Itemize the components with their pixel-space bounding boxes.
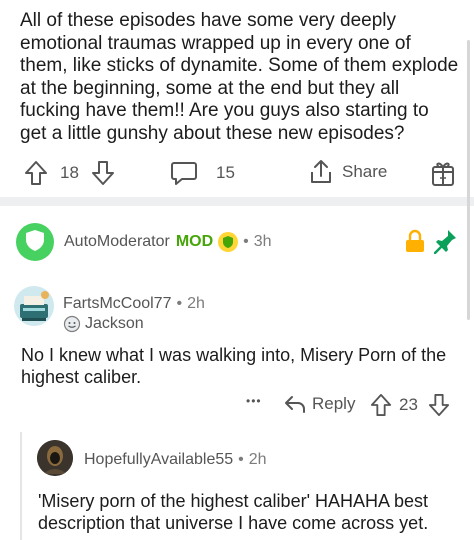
- lock-icon: [404, 229, 426, 258]
- comment1-header: FartsMcCool77 • 2h: [63, 295, 205, 313]
- upvote-arrow-icon: [370, 393, 392, 417]
- automod-avatar[interactable]: [16, 223, 54, 261]
- separator-dot: •: [176, 295, 183, 312]
- post-vote-count: 18: [60, 163, 79, 182]
- post-action-bar: 18 15 Share: [0, 156, 474, 192]
- upvote-arrow-icon: [24, 160, 48, 186]
- comment2-time: 2h: [248, 451, 267, 468]
- reply-label: Reply: [312, 394, 356, 413]
- automod-author[interactable]: AutoModerator: [64, 233, 170, 251]
- gift-award-icon: [430, 159, 456, 187]
- comment1-vote-count: 23: [399, 395, 418, 414]
- comment2-avatar[interactable]: [37, 440, 73, 476]
- flair-face-icon: [63, 315, 81, 333]
- comment1-downvote-button[interactable]: [428, 393, 450, 417]
- pin-icon: [433, 228, 458, 259]
- comment2-author[interactable]: HopefullyAvailable55: [84, 451, 233, 469]
- comment1-time: 2h: [187, 295, 205, 312]
- downvote-button[interactable]: [91, 160, 115, 186]
- share-label: Share: [342, 162, 388, 181]
- post-body-text: All of these episodes have some very dee…: [20, 10, 459, 144]
- user-flair: Jackson: [63, 315, 144, 333]
- thread-line[interactable]: [20, 432, 22, 540]
- more-options-button[interactable]: •••: [246, 394, 262, 408]
- shield-icon: [24, 228, 46, 257]
- comment1-text: No I knew what I was walking into, Miser…: [21, 345, 447, 387]
- comment-avatar[interactable]: [14, 286, 54, 326]
- reply-button[interactable]: Reply: [284, 394, 355, 414]
- separator-dot: •: [243, 233, 249, 250]
- share-button[interactable]: Share: [308, 158, 387, 186]
- scrollbar[interactable]: [467, 40, 470, 320]
- comment1-upvote-button[interactable]: [370, 393, 392, 417]
- comment1-author[interactable]: FartsMcCool77: [63, 295, 171, 313]
- upvote-button[interactable]: [24, 160, 48, 186]
- downvote-arrow-icon: [91, 160, 115, 186]
- flair-text: Jackson: [85, 315, 144, 332]
- separator-dot: •: [238, 451, 244, 468]
- comment2-text: 'Misery porn of the highest caliber' HAH…: [38, 491, 429, 533]
- mod-shield-emoji-icon: [218, 232, 239, 252]
- downvote-arrow-icon: [428, 393, 450, 417]
- dark-figure-avatar-icon: [37, 440, 73, 476]
- section-divider: [0, 197, 474, 206]
- comment-bubble-icon: [170, 160, 198, 186]
- automod-comment-header: AutoModerator MOD • 3h: [16, 222, 456, 262]
- comment2-header: HopefullyAvailable55 • 2h: [84, 451, 267, 469]
- reply-arrow-icon: [284, 394, 306, 414]
- award-button[interactable]: [430, 159, 456, 187]
- comment-count: 15: [216, 163, 235, 182]
- automod-time: 3h: [253, 233, 272, 250]
- mod-badge: MOD: [175, 233, 214, 250]
- share-icon: [308, 158, 334, 186]
- comments-button[interactable]: [170, 160, 198, 186]
- typewriter-snoo-icon: [20, 291, 49, 321]
